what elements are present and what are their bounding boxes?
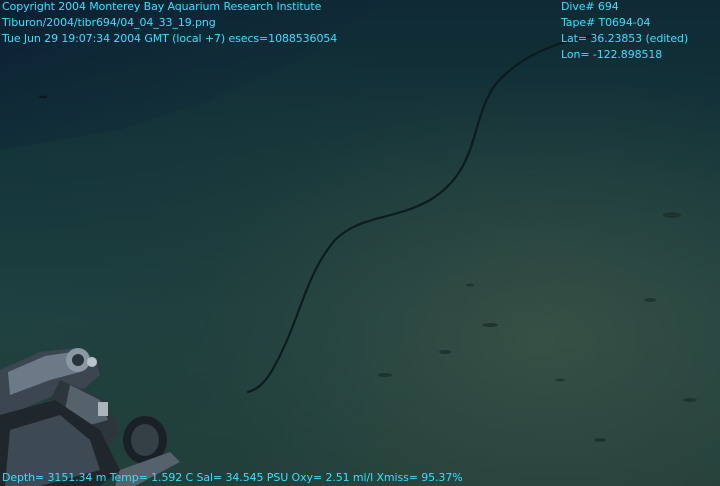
seafloor-scene bbox=[0, 0, 720, 486]
overlay-top-right: Dive# 694 Tape# T0694-04 Lat= 36.23853 (… bbox=[561, 0, 688, 63]
dive-number-text: Dive# 694 bbox=[561, 0, 619, 13]
file-path-text: Tiburon/2004/tibr694/04_04_33_19.png bbox=[2, 16, 216, 29]
overlay-bottom: Depth= 3151.34 m Temp= 1.592 C Sal= 34.5… bbox=[2, 470, 463, 486]
timestamp-text: Tue Jun 29 19:07:34 2004 GMT (local +7) … bbox=[2, 32, 338, 45]
copyright-text: Copyright 2004 Monterey Bay Aquarium Res… bbox=[2, 0, 322, 13]
overlay-top-left: Copyright 2004 Monterey Bay Aquarium Res… bbox=[2, 0, 337, 47]
sensor-readout-text: Depth= 3151.34 m Temp= 1.592 C Sal= 34.5… bbox=[2, 471, 463, 484]
tape-number-text: Tape# T0694-04 bbox=[561, 16, 651, 29]
camera-frame: Copyright 2004 Monterey Bay Aquarium Res… bbox=[0, 0, 720, 486]
longitude-text: Lon= -122.898518 bbox=[561, 48, 663, 61]
latitude-text: Lat= 36.23853 (edited) bbox=[561, 32, 689, 45]
